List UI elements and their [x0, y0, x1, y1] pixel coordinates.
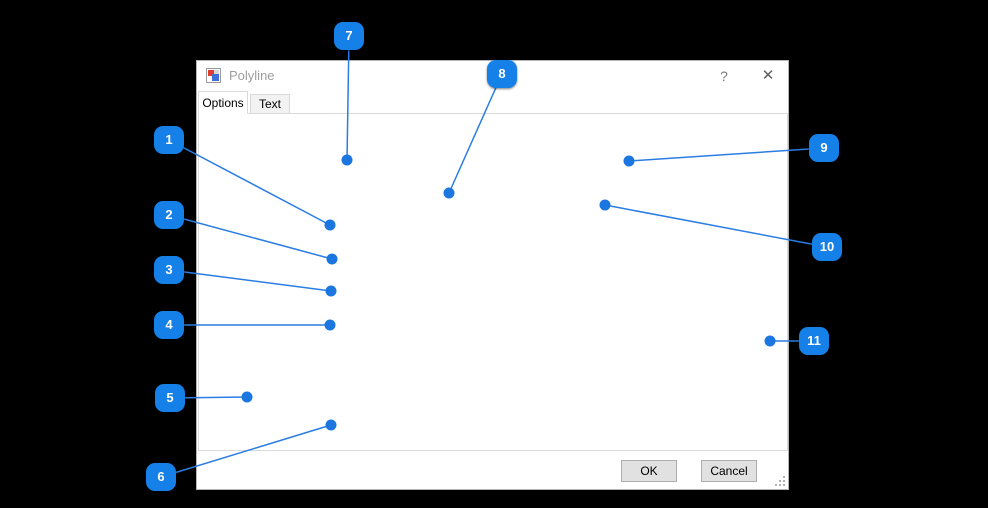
callout-badge-5: 5: [155, 384, 185, 412]
help-button[interactable]: ?: [712, 65, 736, 87]
cancel-button[interactable]: Cancel: [701, 460, 757, 482]
callout-badge-9: 9: [809, 134, 839, 162]
polyline-dialog: Polyline ? ✕ Options Text Format Style L…: [196, 60, 789, 490]
callout-badge-10: 10: [812, 233, 842, 261]
callout-badge-4: 4: [154, 311, 184, 339]
tab-page: [198, 113, 788, 451]
callout-badge-6: 6: [146, 463, 176, 491]
ok-button[interactable]: OK: [621, 460, 677, 482]
callout-badge-11: 11: [799, 327, 829, 355]
callout-badge-1: 1: [154, 126, 184, 154]
tab-text[interactable]: Text: [250, 94, 290, 114]
app-icon: [206, 68, 221, 83]
callout-badge-3: 3: [154, 256, 184, 284]
resize-grip[interactable]: [775, 476, 785, 486]
callout-badge-2: 2: [154, 201, 184, 229]
close-button[interactable]: ✕: [755, 65, 781, 87]
window-title: Polyline: [229, 68, 275, 83]
tab-options[interactable]: Options: [198, 91, 248, 114]
callout-badge-7: 7: [334, 22, 364, 50]
callout-badge-8: 8: [487, 60, 517, 88]
